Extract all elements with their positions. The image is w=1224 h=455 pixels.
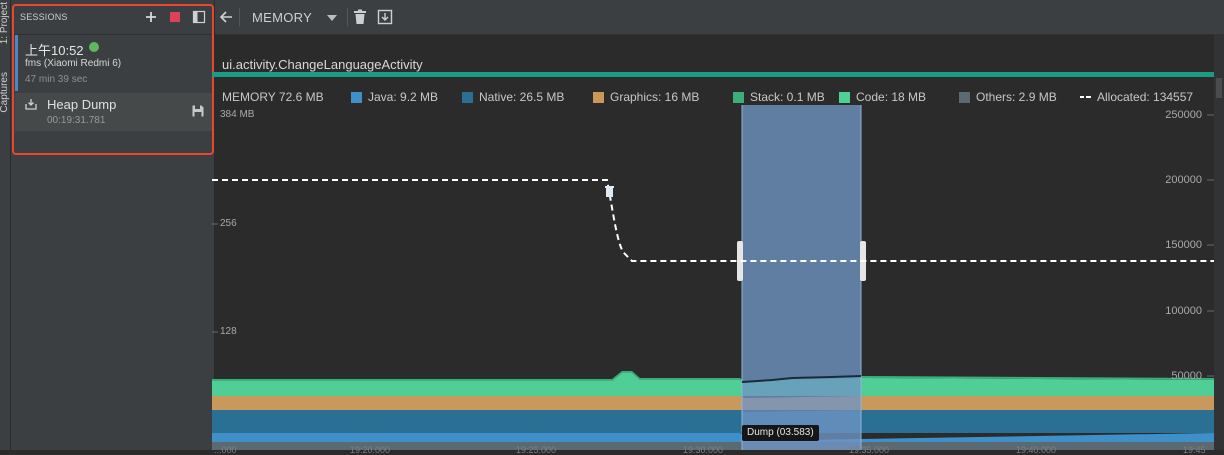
activity-bar[interactable] <box>212 72 1214 77</box>
right-axis-label: 200000 <box>1165 174 1202 186</box>
left-axis-label: 256 <box>220 218 237 229</box>
sessions-title: SESSIONS <box>20 12 68 22</box>
session-duration: 47 min 39 sec <box>25 74 88 85</box>
right-axis-label: 50000 <box>1171 370 1202 382</box>
profiler-dropdown-value: MEMORY <box>252 10 313 25</box>
chart-legend: MEMORY 72.6 MB Java: 9.2 MB Native: 26.5… <box>222 90 1194 104</box>
profiler-dropdown[interactable]: MEMORY <box>245 6 341 28</box>
activity-name: ui.activity.ChangeLanguageActivity <box>222 57 423 72</box>
time-tick-label: 19:40.000 <box>1016 445 1057 455</box>
heap-dump-capture-icon[interactable] <box>377 9 393 25</box>
selection-range <box>742 105 861 450</box>
live-status-dot <box>89 42 99 52</box>
code-area <box>212 373 1214 396</box>
stop-session-icon[interactable] <box>168 10 182 24</box>
save-icon[interactable] <box>191 104 205 118</box>
gc-trash-icon <box>605 186 614 197</box>
right-axis-label: 250000 <box>1165 109 1202 121</box>
heap-dump-icon <box>25 99 37 110</box>
collapse-panel-icon[interactable] <box>192 10 206 24</box>
left-axis-label: 128 <box>220 326 237 337</box>
right-axis-label: 150000 <box>1165 239 1202 251</box>
time-tick-label: 19:45 <box>1183 445 1206 455</box>
time-tick-label: 19:35.000 <box>849 445 890 455</box>
session-selected-indicator <box>15 35 18 91</box>
toolbar-divider <box>239 8 240 26</box>
session-start-time: 上午10:52 <box>25 43 84 58</box>
project-tool-tab[interactable]: 1: Project <box>0 2 11 44</box>
captures-tool-tab[interactable]: Captures <box>0 72 11 113</box>
toolbar-divider <box>347 8 348 26</box>
trash-icon[interactable] <box>353 9 367 25</box>
scrollbar-thumb[interactable] <box>1216 78 1222 98</box>
heap-dump-timestamp: 00:19:31.781 <box>47 115 106 126</box>
right-axis-label: 100000 <box>1165 305 1202 317</box>
back-arrow-icon[interactable] <box>218 9 234 25</box>
dump-tooltip: Dump (03.583) <box>742 425 819 441</box>
time-tick-label: ...000 <box>214 445 237 455</box>
session-device: fms (Xiaomi Redmi 6) <box>25 58 122 69</box>
allocated-line <box>212 179 1214 262</box>
session-item[interactable]: 上午10:52 fms (Xiaomi Redmi 6) 47 min 39 s… <box>15 35 214 91</box>
memory-chart[interactable] <box>212 105 1214 450</box>
heap-dump-item[interactable]: Heap Dump 00:19:31.781 <box>15 93 214 131</box>
sessions-panel: SESSIONS 上午10:52 fms (Xiaomi Redmi 6) 47… <box>11 0 215 450</box>
sessions-header: SESSIONS <box>11 0 214 35</box>
profiler-toolbar: MEMORY <box>215 0 1224 35</box>
legend-total: MEMORY 72.6 MB <box>222 90 324 104</box>
left-axis-label: 384 MB <box>220 109 255 120</box>
add-session-icon[interactable] <box>144 10 158 24</box>
time-tick-label: 19:20.000 <box>350 445 391 455</box>
time-tick-label: 19:25.000 <box>516 445 557 455</box>
heap-dump-label: Heap Dump <box>47 97 117 112</box>
chevron-down-icon <box>327 15 337 21</box>
tool-window-strip: 1: Project Captures <box>0 0 11 450</box>
time-tick-label: 19:30.000 <box>683 445 724 455</box>
